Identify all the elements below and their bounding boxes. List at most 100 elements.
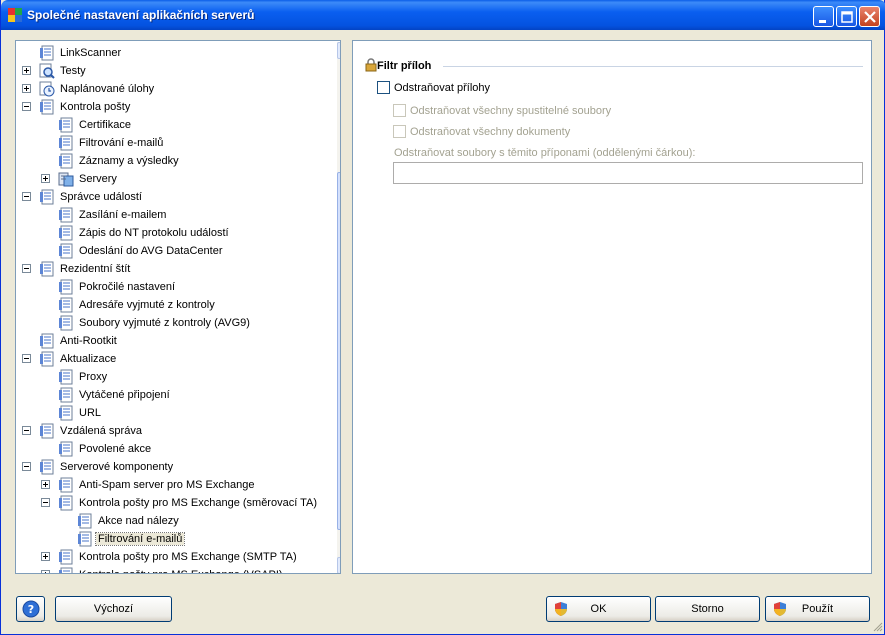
tree-item-label: Kontrola pošty pro MS Exchange (SMTP TA): [79, 551, 297, 563]
tree-item[interactable]: Adresáře vyjmuté z kontroly: [16, 296, 334, 314]
shield-icon: [555, 602, 567, 616]
expand-icon[interactable]: [22, 84, 31, 93]
lock-icon: [365, 58, 377, 72]
default-button[interactable]: Výchozí: [55, 596, 172, 622]
document-icon: [59, 297, 73, 313]
tree-item[interactable]: Akce nad nálezy: [16, 512, 334, 530]
tree-item[interactable]: Povolené akce: [16, 440, 334, 458]
document-icon: [59, 369, 73, 385]
tree-item[interactable]: Anti-Spam server pro MS Exchange: [16, 476, 334, 494]
document-icon: [59, 387, 73, 403]
remove-attachments-label[interactable]: Odstraňovat přílohy: [394, 82, 490, 94]
remove-documents-checkbox[interactable]: [393, 125, 406, 138]
collapse-icon[interactable]: [22, 354, 31, 363]
tree-item-label: Aktualizace: [60, 353, 117, 365]
resize-grip-icon[interactable]: [871, 620, 883, 632]
collapse-icon[interactable]: [22, 192, 31, 201]
tree-item[interactable]: Kontrola pošty: [16, 98, 334, 116]
scroll-up-button[interactable]: [337, 42, 340, 59]
tree-item[interactable]: Rezidentní štít: [16, 260, 334, 278]
maximize-button[interactable]: [836, 6, 857, 27]
tree-item[interactable]: Zápis do NT protokolu událostí: [16, 224, 334, 242]
collapse-icon[interactable]: [22, 462, 31, 471]
avg-logo-icon: [8, 8, 22, 22]
tree-item[interactable]: Správce událostí: [16, 188, 334, 206]
tree-item-label: Anti-Rootkit: [60, 335, 117, 347]
scroll-thumb[interactable]: [337, 172, 340, 530]
extensions-input[interactable]: [393, 162, 863, 184]
tree-item[interactable]: Vytáčené připojení: [16, 386, 334, 404]
ok-button[interactable]: OK: [546, 596, 651, 622]
document-icon: [59, 117, 73, 133]
tree-item[interactable]: Certifikace: [16, 116, 334, 134]
document-icon: [40, 351, 54, 367]
collapse-icon[interactable]: [22, 264, 31, 273]
clock-icon: [39, 81, 55, 97]
expand-icon[interactable]: [41, 570, 50, 573]
apply-button[interactable]: Použít: [765, 596, 870, 622]
expand-icon[interactable]: [41, 552, 50, 561]
ok-label: OK: [590, 603, 607, 615]
remove-executables-label[interactable]: Odstraňovat všechny spustitelné soubory: [410, 105, 611, 117]
collapse-icon[interactable]: [41, 498, 50, 507]
close-button[interactable]: [859, 6, 880, 27]
remove-executables-checkbox[interactable]: [393, 104, 406, 117]
tree-item[interactable]: Záznamy a výsledky: [16, 152, 334, 170]
section-title: Filtr příloh: [377, 60, 432, 72]
tree-item-label: Vytáčené připojení: [79, 389, 170, 401]
tree-item[interactable]: Filtrování e-mailů: [16, 530, 334, 548]
minimize-button[interactable]: [813, 6, 834, 27]
document-icon: [78, 531, 92, 547]
collapse-icon[interactable]: [22, 426, 31, 435]
tree-item[interactable]: Zasílání e-mailem: [16, 206, 334, 224]
expand-icon[interactable]: [41, 174, 50, 183]
tree-item[interactable]: Odeslání do AVG DataCenter: [16, 242, 334, 260]
document-icon: [40, 459, 54, 475]
tree-item[interactable]: Servery: [16, 170, 334, 188]
tree-item-label: Rezidentní štít: [60, 263, 131, 275]
tree-item[interactable]: Kontrola pošty pro MS Exchange (SMTP TA): [16, 548, 334, 566]
tree-item-label: Kontrola pošty pro MS Exchange (směrovac…: [79, 497, 318, 509]
expand-icon[interactable]: [41, 480, 50, 489]
tree-item[interactable]: Naplánované úlohy: [16, 80, 334, 98]
tree-item[interactable]: URL: [16, 404, 334, 422]
tree-item-label: Vzdálená správa: [60, 425, 142, 437]
shield-icon: [774, 602, 786, 616]
help-button[interactable]: ?: [16, 596, 45, 622]
cancel-button[interactable]: Storno: [655, 596, 760, 622]
tree-item[interactable]: Proxy: [16, 368, 334, 386]
tree-item[interactable]: Serverové komponenty: [16, 458, 334, 476]
tree-item-label: Serverové komponenty: [60, 461, 174, 473]
expand-icon[interactable]: [22, 66, 31, 75]
tree-item[interactable]: Aktualizace: [16, 350, 334, 368]
tree-item[interactable]: Pokročilé nastavení: [16, 278, 334, 296]
chevron-down-icon: [338, 558, 341, 573]
tree-item-label: Certifikace: [79, 119, 131, 131]
tree-item-label: Odeslání do AVG DataCenter: [79, 245, 223, 257]
tree-item[interactable]: Vzdálená správa: [16, 422, 334, 440]
collapse-icon[interactable]: [22, 102, 31, 111]
tree-item[interactable]: LinkScanner: [16, 44, 334, 62]
tree-item[interactable]: Soubory vyjmuté z kontroly (AVG9): [16, 314, 334, 332]
document-icon: [59, 405, 73, 421]
tree-item[interactable]: Filtrování e-mailů: [16, 134, 334, 152]
document-icon: [40, 261, 54, 277]
settings-tree[interactable]: LinkScanner Testy Naplánované úlohy Kontrol…: [15, 40, 341, 574]
document-icon: [78, 513, 92, 529]
tree-item-label: URL: [79, 407, 102, 419]
tree-item[interactable]: Kontrola pošty pro MS Exchange (směrovac…: [16, 494, 334, 512]
tree-item-label: Adresáře vyjmuté z kontroly: [79, 299, 215, 311]
tree-scrollbar[interactable]: [337, 42, 341, 573]
tree-item-label: Filtrování e-mailů: [94, 532, 186, 546]
remove-attachments-checkbox[interactable]: [377, 81, 390, 94]
tree-item[interactable]: Anti-Rootkit: [16, 332, 334, 350]
tree-item[interactable]: Testy: [16, 62, 334, 80]
document-icon: [40, 189, 54, 205]
tree-item[interactable]: Kontrola pošty pro MS Exchange (VSAPI): [16, 566, 334, 573]
scroll-down-button[interactable]: [337, 557, 341, 573]
title-bar[interactable]: Společné nastavení aplikačních serverů: [1, 0, 885, 30]
document-icon: [40, 99, 54, 115]
help-icon: ?: [22, 600, 40, 618]
remove-documents-label[interactable]: Odstraňovat všechny dokumenty: [410, 126, 570, 138]
document-icon: [40, 423, 54, 439]
